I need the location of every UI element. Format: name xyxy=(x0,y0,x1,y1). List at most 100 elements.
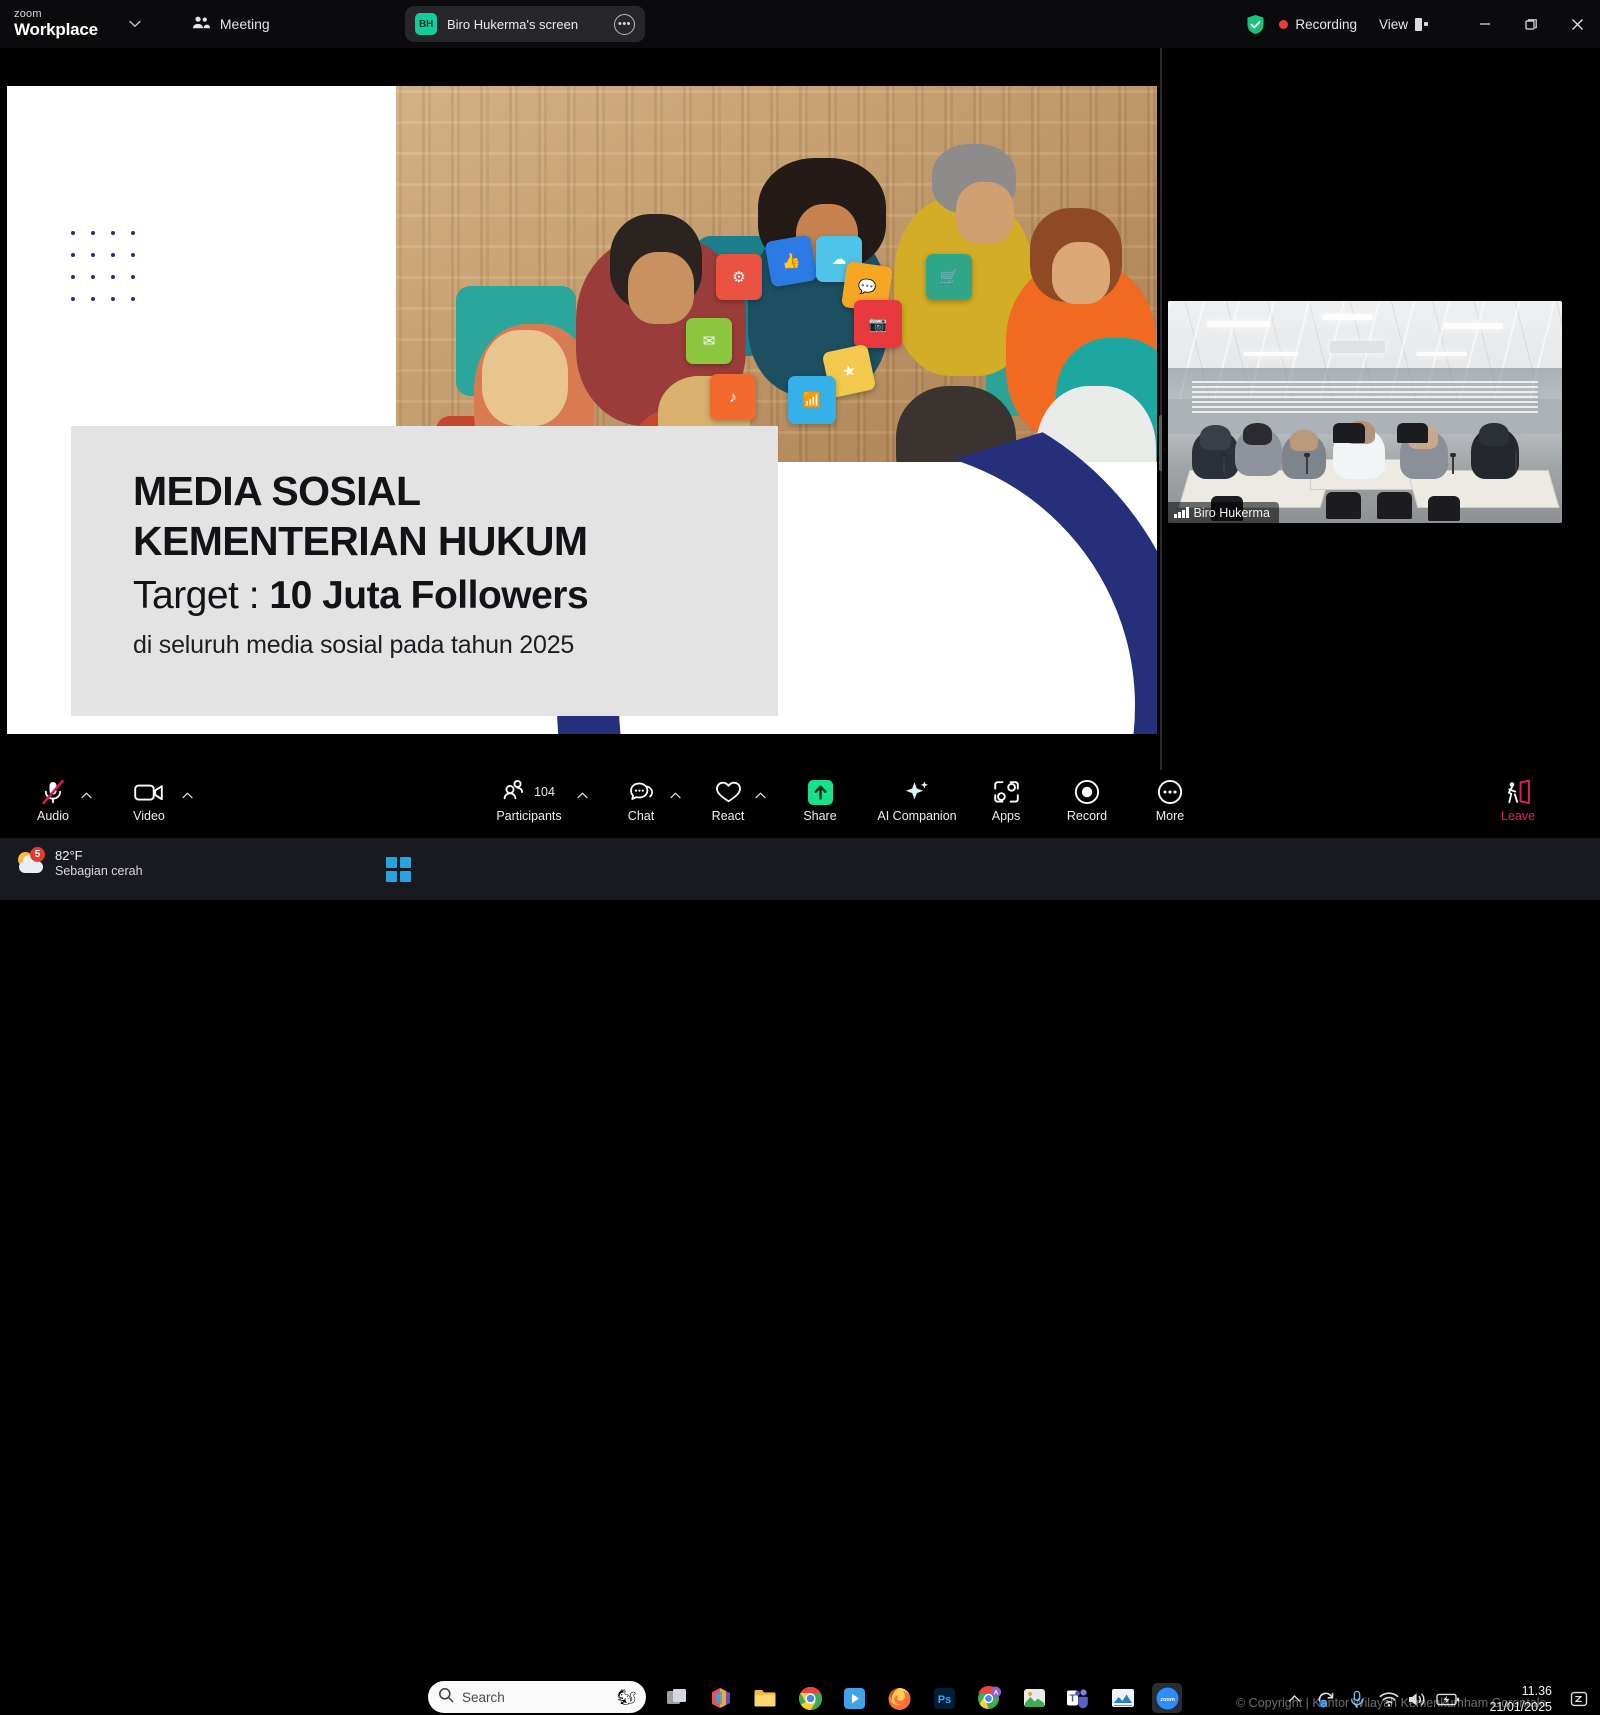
notification-bell-icon[interactable] xyxy=(1568,1688,1590,1710)
chevron-up-icon xyxy=(1288,1690,1301,1708)
chat-icon xyxy=(629,778,654,806)
chat-label: Chat xyxy=(627,809,655,823)
camera-icon xyxy=(134,778,164,806)
search-input[interactable]: Search 🐿 xyxy=(428,1681,646,1713)
video-options-caret[interactable] xyxy=(179,787,195,803)
meeting-tab[interactable]: Meeting xyxy=(184,11,278,37)
dot-grid-decoration xyxy=(71,231,151,319)
microphone-muted-icon xyxy=(40,778,66,806)
view-button[interactable]: View xyxy=(1379,17,1428,32)
apps-icon xyxy=(993,778,1020,806)
zoom-icon[interactable]: zoom xyxy=(1152,1683,1182,1713)
chat-options-caret[interactable] xyxy=(667,787,683,803)
tray-overflow-button[interactable] xyxy=(1288,1688,1301,1710)
onedrive-sync-icon[interactable] xyxy=(1316,1688,1336,1710)
search-mascot-icon: 🐿 xyxy=(616,1689,636,1706)
titlebar-right-controls: Recording View xyxy=(1246,0,1600,48)
zoom-brand-bottom: Workplace xyxy=(14,19,98,39)
slide-target-value: 10 Juta Followers xyxy=(269,573,589,617)
more-options-icon[interactable]: ••• xyxy=(614,13,635,35)
recording-indicator[interactable]: Recording xyxy=(1279,17,1357,32)
clock-time: 11.36 xyxy=(1521,1684,1552,1698)
more-label: More xyxy=(1155,809,1185,823)
chrome-icon[interactable] xyxy=(795,1683,825,1713)
wifi-icon[interactable] xyxy=(1379,1688,1399,1710)
video-label: Video xyxy=(133,809,165,823)
like-card-icon: 👍 xyxy=(764,234,818,288)
participants-label: Participants xyxy=(496,809,562,823)
shield-check-icon[interactable] xyxy=(1246,14,1265,35)
task-view-icon[interactable] xyxy=(662,1683,692,1713)
chevron-down-icon[interactable] xyxy=(124,13,146,35)
photoshop-icon[interactable]: Ps xyxy=(929,1683,959,1713)
apps-label: Apps xyxy=(991,809,1021,823)
meeting-label: Meeting xyxy=(219,16,270,32)
video-tile[interactable]: Biro Hukerma xyxy=(1168,301,1562,523)
volume-icon[interactable] xyxy=(1407,1688,1427,1710)
video-feed xyxy=(1168,301,1562,523)
layout-icon xyxy=(1415,17,1428,31)
clock-date: 21/01/2025 xyxy=(1489,1699,1552,1714)
media-player-icon[interactable] xyxy=(839,1683,869,1713)
windows-start-icon[interactable] xyxy=(386,857,412,883)
video-tile-name: Biro Hukerma xyxy=(1193,505,1270,520)
microphone-icon[interactable] xyxy=(1349,1688,1365,1710)
search-icon xyxy=(438,1687,454,1708)
weather-widget[interactable]: 5 82°F Sebagian cerah xyxy=(16,846,143,880)
more-button[interactable]: More xyxy=(1127,778,1213,832)
shared-screen-label: Biro Hukerma's screen xyxy=(447,16,579,32)
restore-button[interactable] xyxy=(1508,0,1554,48)
windows-taskbar: 5 82°F Sebagian cerah Search 🐿 Ps A T zo… xyxy=(0,838,1600,1714)
ai-companion-label: AI Companion xyxy=(877,809,957,823)
leave-button[interactable]: Leave xyxy=(1475,778,1561,832)
leave-label: Leave xyxy=(1500,809,1536,823)
slide-text-card: MEDIA SOSIAL KEMENTERIAN HUKUM Target : … xyxy=(71,426,778,716)
photos-icon[interactable] xyxy=(1019,1683,1049,1713)
weather-temperature: 82°F xyxy=(55,848,83,863)
recording-label: Recording xyxy=(1295,16,1357,32)
participants-count: 104 xyxy=(534,785,555,799)
apps-button[interactable]: Apps xyxy=(963,778,1049,832)
more-icon xyxy=(1157,778,1183,806)
video-panel: Biro Hukerma xyxy=(1162,48,1600,770)
share-button[interactable]: Share xyxy=(777,778,863,832)
cart-card-icon: 🛒 xyxy=(926,254,972,300)
sun-cloud-icon: 5 xyxy=(16,846,46,878)
settings-card-icon: ⚙ xyxy=(716,254,762,300)
recording-dot-icon xyxy=(1279,19,1289,29)
svg-text:T: T xyxy=(1069,1693,1075,1704)
teams-icon[interactable]: T xyxy=(1063,1683,1093,1713)
presentation-slide: ⚙ 👍 ☁ ✉ 💬 📷 ★ 📶 ♪ 🛒 MEDIA SOSIAL KEMENTE… xyxy=(7,86,1157,734)
slide-subtitle: di seluruh media sosial pada tahun 2025 xyxy=(133,630,575,659)
battery-charging-icon[interactable] xyxy=(1436,1688,1460,1710)
shared-screen-pill[interactable]: BH Biro Hukerma's screen ••• xyxy=(405,6,645,42)
participants-options-caret[interactable] xyxy=(574,787,590,803)
slide-target-line: Target : 10 Juta Followers xyxy=(133,573,778,619)
close-button[interactable] xyxy=(1554,0,1600,48)
minimize-button[interactable] xyxy=(1462,0,1508,48)
video-tile-nametag: Biro Hukerma xyxy=(1168,502,1279,523)
react-label: React xyxy=(711,809,745,823)
svg-text:zoom: zoom xyxy=(1160,1696,1175,1702)
mail-card-icon: ✉ xyxy=(686,318,732,364)
participants-button[interactable]: 104 Participants xyxy=(486,778,572,832)
firefox-icon[interactable] xyxy=(884,1683,914,1713)
office-icon[interactable] xyxy=(706,1683,736,1713)
signal-bars-icon xyxy=(1174,507,1189,518)
participants-icon xyxy=(503,779,528,805)
slide-target-prefix: Target : xyxy=(133,573,270,617)
leave-meeting-icon xyxy=(1504,778,1532,806)
record-button[interactable]: Record xyxy=(1044,778,1130,832)
people-icon xyxy=(192,15,211,33)
file-explorer-icon[interactable] xyxy=(750,1683,780,1713)
excel-chart-icon[interactable] xyxy=(1108,1683,1138,1713)
taskbar-clock[interactable]: 11.36 21/01/2025 xyxy=(1489,1684,1552,1715)
chrome-profile-icon[interactable]: A xyxy=(974,1683,1004,1713)
ai-companion-button[interactable]: AI Companion xyxy=(860,778,974,832)
title-bar: zoom Workplace Meeting BH Biro Hukerma's… xyxy=(0,0,1600,48)
react-options-caret[interactable] xyxy=(752,787,768,803)
audio-label: Audio xyxy=(37,809,69,823)
view-label: View xyxy=(1378,16,1408,32)
audio-options-caret[interactable] xyxy=(78,787,94,803)
avatar: BH xyxy=(415,13,437,35)
